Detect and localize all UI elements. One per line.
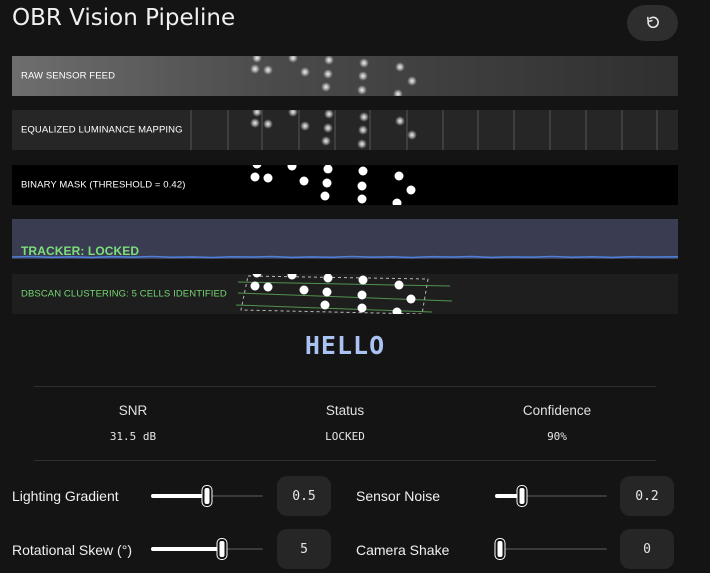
dbscan-panel: DBSCAN CLUSTERING: 5 CELLS IDENTIFIED xyxy=(12,274,678,314)
raw-sensor-feed-panel: RAW SENSOR FEED xyxy=(12,56,678,96)
divider-bottom xyxy=(34,460,656,461)
status-stat: Status LOCKED xyxy=(265,403,425,443)
status-value: LOCKED xyxy=(325,430,365,443)
slider-fill xyxy=(151,494,207,498)
raw-feed-label: RAW SENSOR FEED xyxy=(21,70,116,82)
decoded-message: HELLO xyxy=(304,331,386,360)
confidence-label: Confidence xyxy=(522,403,592,418)
confidence-stat: Confidence 90% xyxy=(477,403,637,443)
status-label: Status xyxy=(325,403,365,418)
slider-handle[interactable] xyxy=(202,486,212,506)
camera-shake-label: Camera Shake xyxy=(356,542,450,558)
slider-handle[interactable] xyxy=(495,539,505,559)
reset-button[interactable] xyxy=(627,5,678,41)
sensor-noise-label: Sensor Noise xyxy=(356,488,441,504)
slider-track xyxy=(495,548,607,550)
equalized-label: EQUALIZED LUMINANCE MAPPING xyxy=(21,124,183,136)
page-title: OBR Vision Pipeline xyxy=(12,5,236,31)
tracker-panel: TRACKER: LOCKED xyxy=(12,219,678,259)
lighting-gradient-value[interactable]: 0.5 xyxy=(277,476,331,516)
binary-mask-label: BINARY MASK (THRESHOLD = 0.42) xyxy=(21,179,186,191)
slider-handle[interactable] xyxy=(217,539,227,559)
snr-label: SNR xyxy=(118,403,148,418)
rotational-skew-label: Rotational Skew (°) xyxy=(12,542,132,558)
sensor-noise-slider[interactable] xyxy=(495,486,607,506)
lighting-gradient-slider[interactable] xyxy=(151,486,263,506)
confidence-value: 90% xyxy=(547,430,567,443)
slider-handle[interactable] xyxy=(517,486,527,506)
rotational-skew-slider[interactable] xyxy=(151,539,263,559)
sensor-noise-value[interactable]: 0.2 xyxy=(620,476,674,516)
divider-top xyxy=(34,386,656,387)
snr-stat: SNR 31.5 dB xyxy=(53,403,213,443)
equalized-luminance-panel: EQUALIZED LUMINANCE MAPPING xyxy=(12,110,678,150)
camera-shake-value[interactable]: 0 xyxy=(620,529,674,569)
lighting-gradient-label: Lighting Gradient xyxy=(12,488,119,504)
rotational-skew-value[interactable]: 5 xyxy=(277,529,331,569)
dbscan-label: DBSCAN CLUSTERING: 5 CELLS IDENTIFIED xyxy=(21,288,227,300)
camera-shake-slider[interactable] xyxy=(495,539,607,559)
snr-value: 31.5 dB xyxy=(109,430,157,443)
tracker-status-label: TRACKER: LOCKED xyxy=(21,244,140,258)
binary-mask-panel: BINARY MASK (THRESHOLD = 0.42) xyxy=(12,165,678,205)
slider-fill xyxy=(151,547,223,551)
refresh-icon xyxy=(645,15,661,31)
